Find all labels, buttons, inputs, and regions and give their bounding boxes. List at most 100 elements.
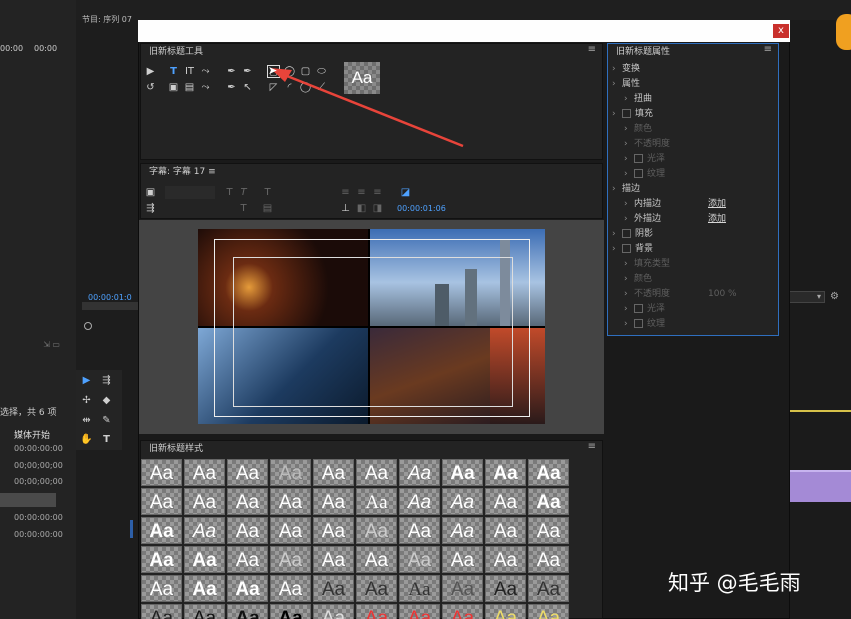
style-swatch[interactable]: Aa [528, 604, 569, 619]
style-swatch[interactable]: Aa [270, 517, 311, 544]
checkbox[interactable] [622, 244, 631, 253]
checkbox[interactable] [622, 109, 631, 118]
kerning-icon[interactable]: ▤ [261, 202, 274, 215]
style-swatch[interactable]: Aa [184, 604, 225, 619]
checkbox[interactable] [634, 154, 643, 163]
style-swatch[interactable]: Aa [442, 546, 483, 573]
property-row[interactable]: › 光泽 [612, 302, 778, 317]
style-swatch[interactable]: Aa [184, 575, 225, 602]
type-tool-icon[interactable]: T [100, 433, 113, 446]
add-link[interactable]: 添加 [708, 197, 726, 212]
chevron-right-icon[interactable]: › [624, 92, 634, 107]
property-row[interactable]: › 扭曲 [612, 92, 778, 107]
zoom-dropdown[interactable]: ▾ [785, 291, 825, 303]
style-swatch[interactable]: Aa [528, 546, 569, 573]
razor-icon[interactable]: ◆ [100, 394, 113, 407]
style-swatch[interactable]: Aa [141, 517, 182, 544]
vertical-type-icon[interactable]: IT [183, 65, 196, 78]
style-swatch[interactable]: Aa [227, 459, 268, 486]
style-swatch[interactable]: Aa [313, 517, 354, 544]
ripple-edit-icon[interactable]: ✢ [80, 394, 93, 407]
slip-icon[interactable]: ⇹ [80, 414, 93, 427]
chevron-right-icon[interactable]: › [612, 227, 622, 242]
property-row[interactable]: › 纹理 [612, 317, 778, 332]
chevron-right-icon[interactable]: › [624, 257, 634, 272]
style-swatch[interactable]: Aa [528, 459, 569, 486]
chevron-right-icon[interactable]: › [612, 77, 622, 92]
property-row[interactable]: › 填充类型 [612, 257, 778, 272]
pen-icon[interactable]: ✎ [100, 414, 113, 427]
rectangle-outline-inner[interactable] [233, 257, 513, 407]
video-clip[interactable] [790, 470, 851, 502]
export-icon[interactable]: ⇲ ▭ [0, 340, 60, 349]
show-background-icon[interactable]: ◪ [399, 186, 412, 199]
properties-menu-icon[interactable]: ≡ [764, 44, 772, 55]
style-swatch[interactable]: Aa [141, 604, 182, 619]
style-swatch[interactable]: Aa [184, 546, 225, 573]
property-row[interactable]: › 不透明度 [612, 137, 778, 152]
chevron-right-icon[interactable]: › [624, 287, 634, 302]
chevron-right-icon[interactable]: › [612, 62, 622, 77]
style-swatch[interactable]: Aa [356, 575, 397, 602]
property-row[interactable]: › 属性 [612, 77, 778, 92]
style-swatch[interactable]: Aa [141, 546, 182, 573]
style-swatch[interactable]: Aa [270, 546, 311, 573]
style-swatch[interactable]: Aa [442, 517, 483, 544]
style-swatch[interactable]: Aa [270, 575, 311, 602]
style-swatch[interactable]: Aa [356, 604, 397, 619]
style-swatch[interactable]: Aa [313, 546, 354, 573]
add-anchor-icon[interactable]: ✒ [241, 65, 254, 78]
style-swatch[interactable]: Aa [485, 488, 526, 515]
style-swatch[interactable]: Aa [485, 517, 526, 544]
selection-tool-icon[interactable]: ▶ [80, 374, 93, 387]
style-swatch[interactable]: Aa [227, 604, 268, 619]
style-swatch[interactable]: Aa [313, 604, 354, 619]
style-swatch[interactable]: Aa [485, 459, 526, 486]
italic-icon[interactable]: T [237, 186, 250, 199]
checkbox[interactable] [634, 319, 643, 328]
align-right-icon[interactable]: ≡ [371, 186, 384, 199]
style-swatch[interactable]: Aa [399, 546, 440, 573]
property-row[interactable]: › 阴影 [612, 227, 778, 242]
style-swatch[interactable]: Aa [399, 604, 440, 619]
style-swatch[interactable]: Aa [356, 517, 397, 544]
background-video-icon[interactable]: ◨ [371, 202, 384, 215]
titler-menu-icon[interactable]: ≡ [208, 167, 216, 177]
property-row[interactable]: › 内描边 添加 [612, 197, 778, 212]
roll-crawl-icon[interactable]: ⇶ [144, 202, 157, 215]
style-swatch[interactable]: Aa [528, 488, 569, 515]
playhead-handle[interactable] [84, 322, 92, 330]
selection-tool-icon[interactable]: ▶ [144, 65, 157, 78]
style-swatch[interactable]: Aa [356, 546, 397, 573]
safe-margin-icon[interactable]: ◧ [355, 202, 368, 215]
property-row[interactable]: › 变换 [612, 62, 778, 77]
style-swatch[interactable]: Aa [485, 546, 526, 573]
style-swatch[interactable]: Aa [270, 604, 311, 619]
chevron-right-icon[interactable]: › [624, 302, 634, 317]
style-swatch[interactable]: Aa [442, 459, 483, 486]
convert-anchor-icon[interactable]: ↖ [241, 81, 254, 94]
bold-icon[interactable]: T [223, 186, 236, 199]
new-title-icon[interactable]: ▣ [144, 186, 157, 199]
property-row[interactable]: › 不透明度 100 % [612, 287, 778, 302]
property-row[interactable]: › 外描边 添加 [612, 212, 778, 227]
rotate-tool-icon[interactable]: ↺ [144, 81, 157, 94]
chevron-right-icon[interactable]: › [612, 242, 622, 257]
style-swatch[interactable]: Aa [399, 517, 440, 544]
checkbox[interactable] [622, 229, 631, 238]
style-swatch[interactable]: Aa [227, 575, 268, 602]
font-family-field[interactable] [165, 186, 215, 199]
chevron-right-icon[interactable]: › [624, 197, 634, 212]
style-swatch[interactable]: Aa [141, 575, 182, 602]
media-row-selected[interactable] [0, 493, 56, 507]
panel-menu-icon[interactable]: ≡ [588, 44, 596, 55]
style-swatch[interactable]: Aa [399, 488, 440, 515]
type-tool-icon[interactable]: T [167, 65, 180, 78]
chevron-right-icon[interactable]: › [624, 212, 634, 227]
chevron-right-icon[interactable]: › [624, 122, 634, 137]
style-swatch[interactable]: Aa [313, 575, 354, 602]
tab-stops-icon[interactable]: ⊥ [339, 202, 352, 215]
chevron-right-icon[interactable]: › [624, 137, 634, 152]
delete-anchor-icon[interactable]: ✒ [225, 81, 238, 94]
property-row[interactable]: › 纹理 [612, 167, 778, 182]
